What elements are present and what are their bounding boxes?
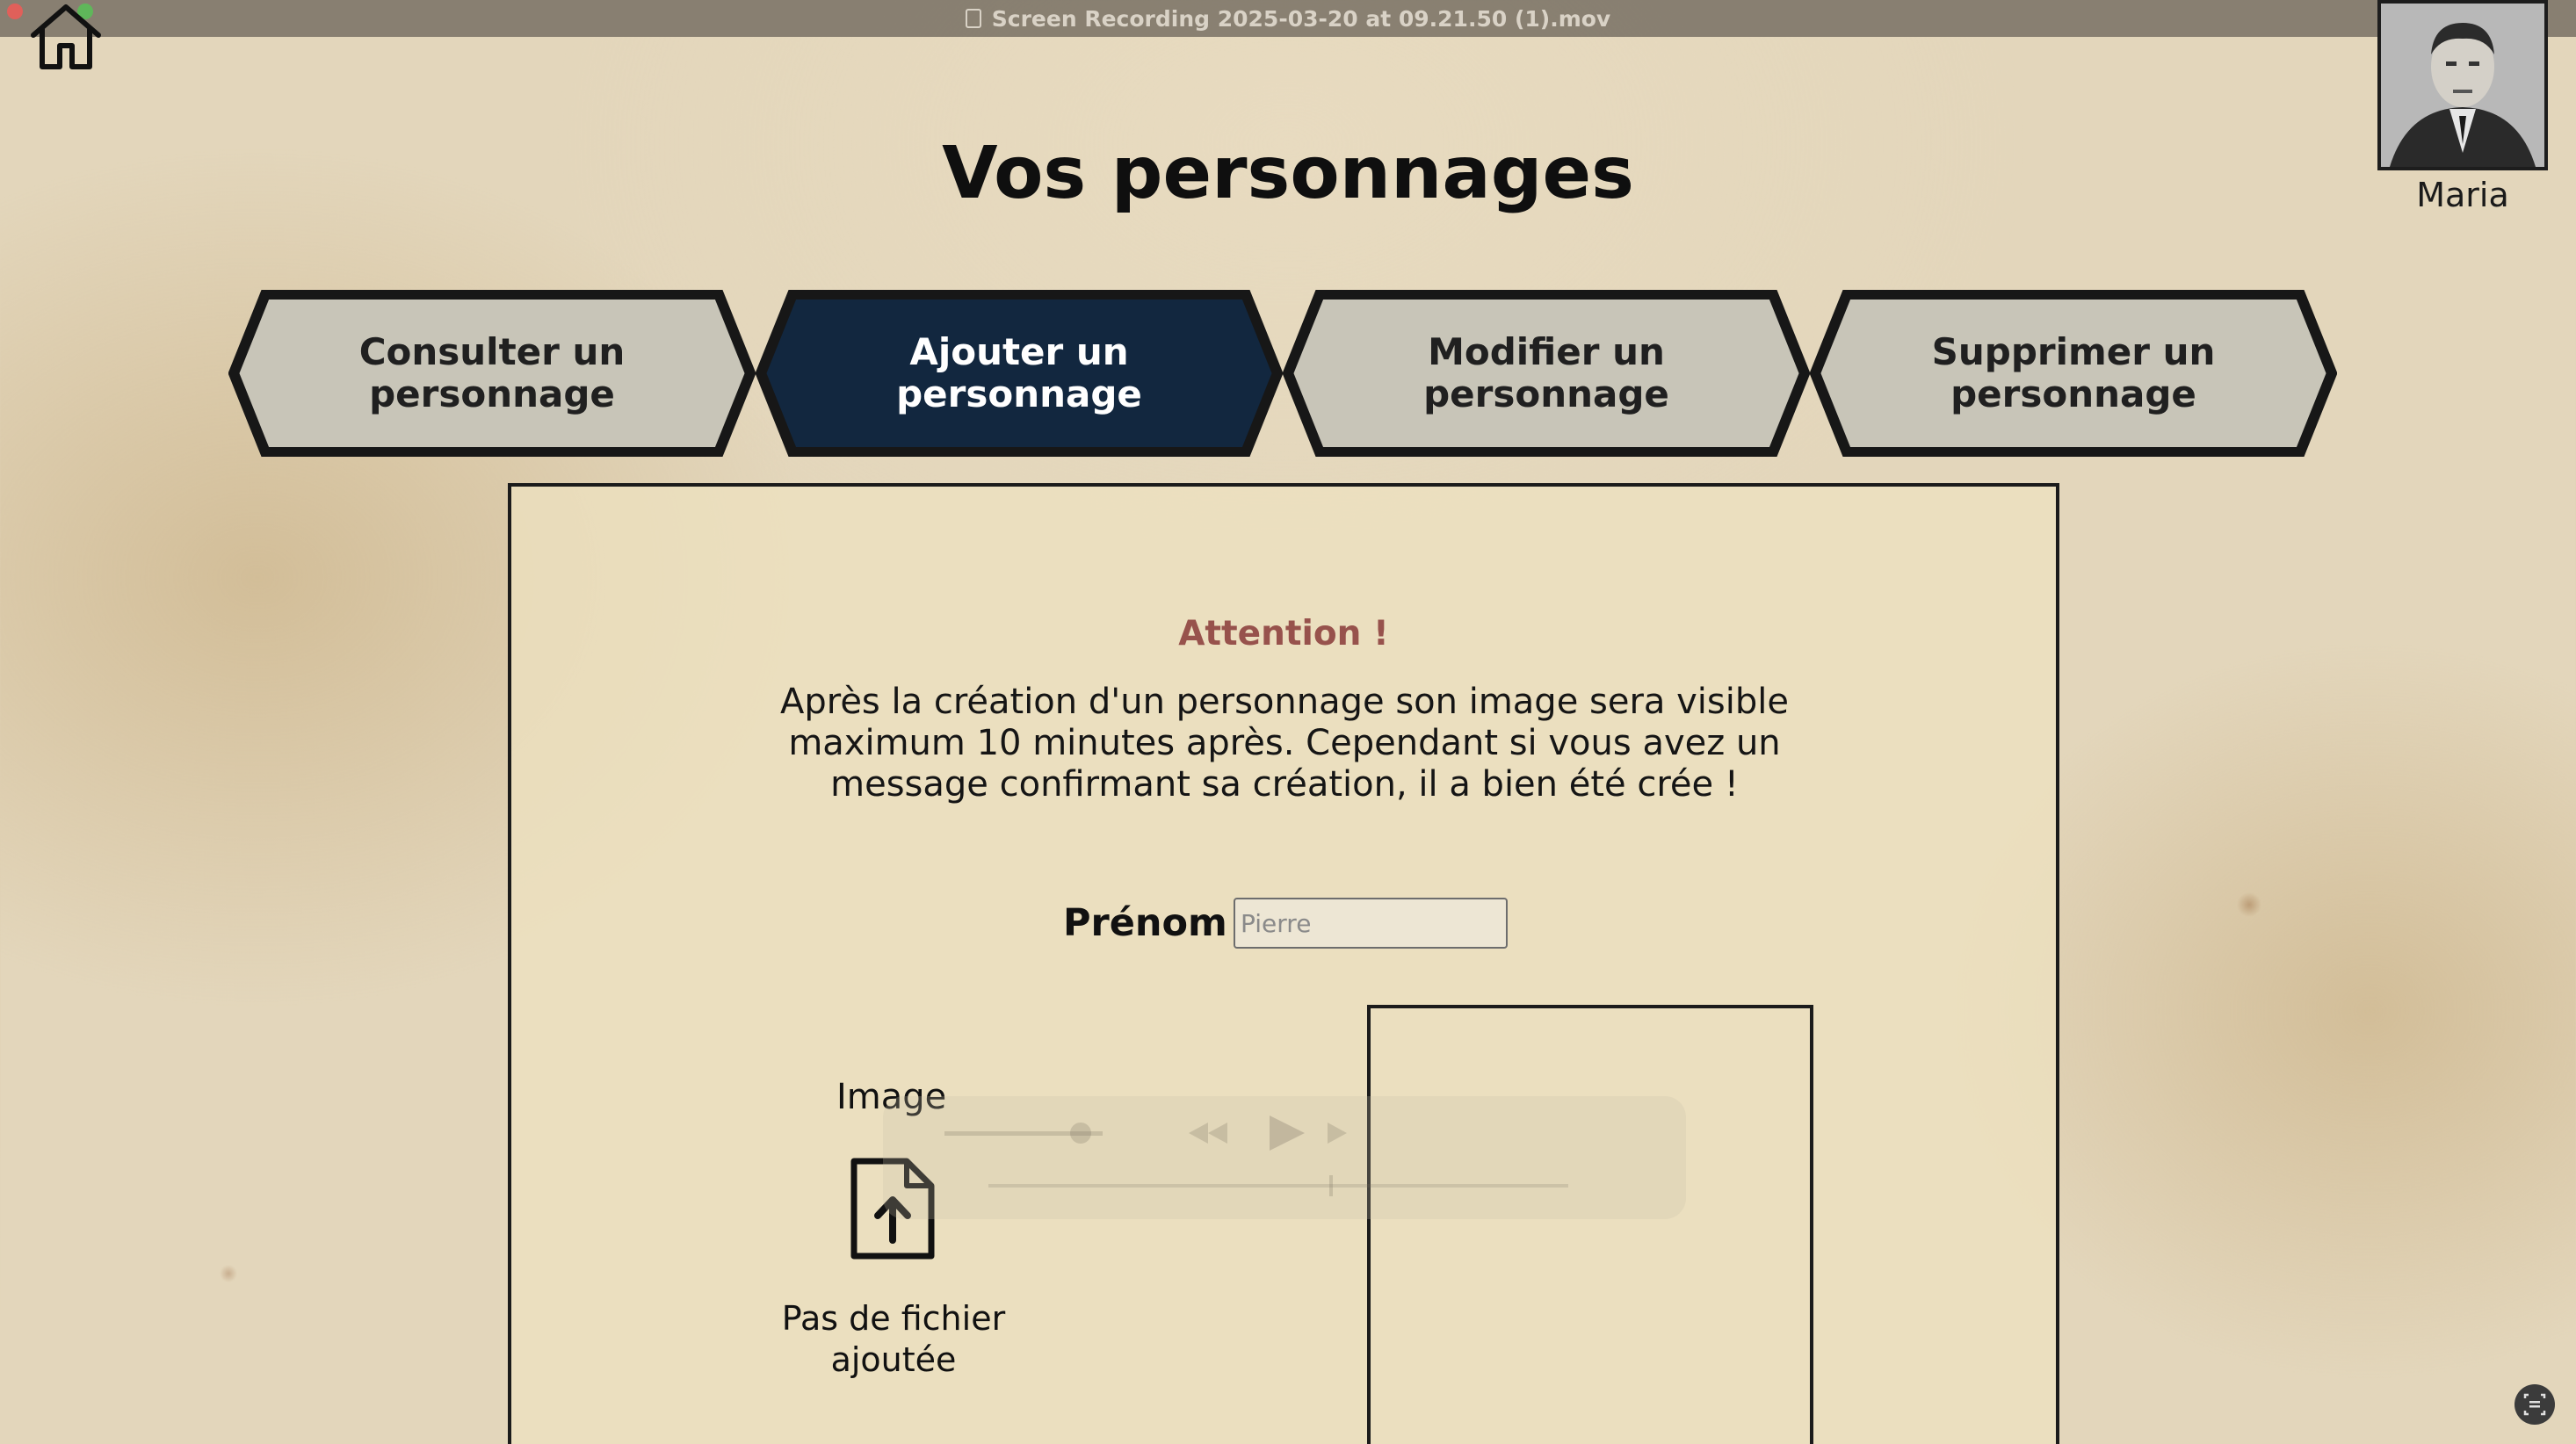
close-window-button[interactable] (7, 4, 23, 19)
document-icon (965, 9, 981, 28)
image-preview (1367, 1005, 1813, 1444)
player-controls-icons (944, 1115, 1568, 1196)
tab-ajouter[interactable]: Ajouter un personnage (756, 290, 1283, 457)
tab-modifier[interactable]: Modifier un personnage (1283, 290, 1810, 457)
home-button[interactable] (26, 2, 105, 72)
add-character-form: Attention ! Après la création d'un perso… (508, 483, 2059, 1444)
tab-ajouter-label: Ajouter un personnage (896, 330, 1142, 415)
live-text-icon[interactable] (2514, 1384, 2555, 1425)
attention-title: Attention ! (1178, 614, 1389, 653)
tab-supprimer-label: Supprimer un personnage (1931, 330, 2216, 415)
attention-message: Après la création d'un personnage son im… (780, 682, 1789, 805)
prenom-input[interactable] (1234, 898, 1508, 949)
home-icon (31, 4, 101, 69)
tab-bar: Consulter un personnage Ajouter un perso… (228, 290, 2337, 457)
file-status: Pas de fichier ajoutée (781, 1299, 1006, 1379)
page-title: Vos personnages (942, 132, 1634, 215)
video-title: Screen Recording 2025-03-20 at 09.21.50 … (965, 5, 1611, 32)
video-title-text: Screen Recording 2025-03-20 at 09.21.50 … (991, 5, 1611, 32)
tab-modifier-label: Modifier un personnage (1423, 330, 1669, 415)
prenom-label: Prénom (1063, 901, 1227, 945)
live-text-glyph (2523, 1393, 2546, 1416)
tab-consulter[interactable]: Consulter un personnage (228, 290, 756, 457)
video-title-bar: Screen Recording 2025-03-20 at 09.21.50 … (0, 0, 2576, 37)
video-player-controls[interactable] (883, 1096, 1686, 1219)
tab-supprimer[interactable]: Supprimer un personnage (1810, 290, 2337, 457)
tab-consulter-label: Consulter un personnage (358, 330, 626, 415)
